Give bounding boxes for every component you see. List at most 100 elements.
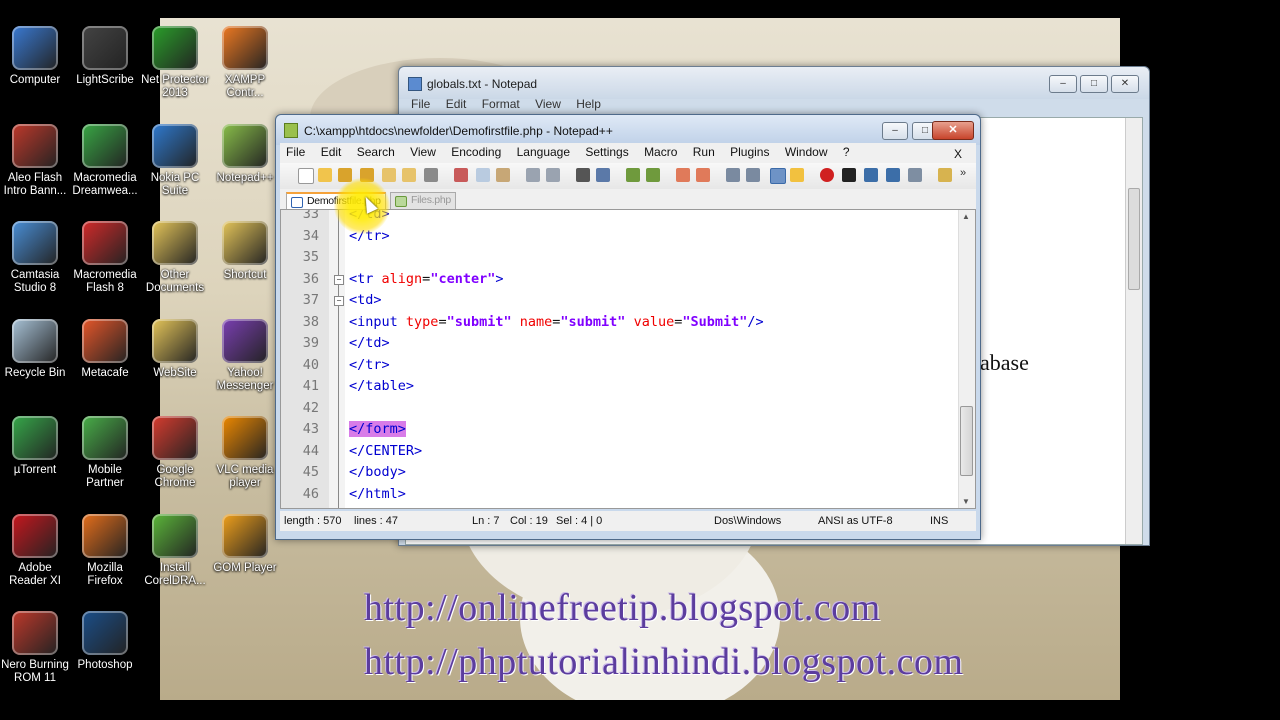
play-macro-icon[interactable] xyxy=(864,168,878,182)
camtasia-icon xyxy=(12,221,58,265)
desktop-icon[interactable]: Macromedia Flash 8 xyxy=(70,221,140,295)
code-editor[interactable]: 33</td>34</tr>3536<tr align="center">−37… xyxy=(280,209,976,509)
notepadpp-window[interactable]: C:\xampp\htdocs\newfolder\Demofirstfile.… xyxy=(275,114,981,540)
desktop-icon[interactable]: Nokia PC Suite xyxy=(140,123,210,198)
undo-icon[interactable] xyxy=(526,168,540,182)
npp-menu-macro[interactable]: Macro xyxy=(638,143,683,159)
desktop-icon[interactable]: Yahoo! Messenger xyxy=(210,318,280,393)
zoom-in-icon[interactable] xyxy=(626,168,640,182)
scroll-down-arrow[interactable]: ▼ xyxy=(962,497,970,506)
notepad-menu-file[interactable]: File xyxy=(411,97,430,111)
notepad-menu-view[interactable]: View xyxy=(535,97,561,111)
desktop-icon[interactable]: Google Chrome xyxy=(140,416,210,490)
close-all-icon[interactable] xyxy=(402,168,416,182)
open-folder-icon[interactable] xyxy=(938,168,952,182)
notepad-scrollbar[interactable] xyxy=(1125,118,1142,544)
notepad-titlebar[interactable]: globals.txt - Notepad – □ ✕ xyxy=(399,67,1149,99)
notepad-maximize-button[interactable]: □ xyxy=(1080,75,1108,93)
scroll-up-arrow[interactable]: ▲ xyxy=(962,212,970,221)
npp-menu-language[interactable]: Language xyxy=(511,143,576,159)
editor-vertical-scrollbar[interactable]: ▲ ▼ xyxy=(958,210,975,508)
code-text: <td> xyxy=(349,292,382,308)
zoom-out-icon[interactable] xyxy=(646,168,660,182)
desktop-icon[interactable]: GOM Player xyxy=(210,513,280,575)
user-defined-lang-icon[interactable] xyxy=(790,168,804,182)
run-macro-multiple-icon[interactable] xyxy=(886,168,900,182)
indent-guide-icon[interactable] xyxy=(770,168,786,184)
desktop-icon[interactable]: Camtasia Studio 8 xyxy=(0,221,70,295)
npp-minimize-button[interactable]: – xyxy=(882,122,908,140)
desktop-icon[interactable]: Metacafe xyxy=(70,318,140,380)
npp-menu-help[interactable]: ? xyxy=(837,143,856,159)
replace-icon[interactable] xyxy=(596,168,610,182)
watermark-url-2: http://phptutorialinhindi.blogspot.com xyxy=(364,641,964,683)
notepad-close-button[interactable]: ✕ xyxy=(1111,75,1139,93)
desktop-icon[interactable]: Notepad++ xyxy=(210,123,280,185)
desktop-icon[interactable]: Net Protector 2013 xyxy=(140,26,210,100)
npp-menu-edit[interactable]: Edit xyxy=(315,143,348,159)
editor-scroll-thumb[interactable] xyxy=(960,406,973,476)
tab-files[interactable]: Files.php xyxy=(390,192,456,209)
code-line: 43 </form> xyxy=(281,419,961,441)
desktop-icon[interactable]: µTorrent xyxy=(0,416,70,477)
desktop-icon-label: Metacafe xyxy=(81,366,129,379)
desktop-icon-label: LightScribe xyxy=(76,74,134,86)
npp-menu-window[interactable]: Window xyxy=(779,143,834,159)
npp-titlebar[interactable]: C:\xampp\htdocs\newfolder\Demofirstfile.… xyxy=(276,115,980,145)
desktop-icon[interactable]: Adobe Reader XI xyxy=(0,513,70,588)
desktop-icon[interactable]: Nero Burning ROM 11 xyxy=(0,611,70,685)
notepad-scroll-thumb[interactable] xyxy=(1128,188,1140,290)
npp-menu-file[interactable]: File xyxy=(280,143,311,159)
net-protector-icon xyxy=(152,26,198,70)
desktop-icon[interactable]: Install CorelDRA... xyxy=(140,513,210,588)
sync-vertical-icon[interactable] xyxy=(676,168,690,182)
redo-icon[interactable] xyxy=(546,168,560,182)
record-macro-icon[interactable] xyxy=(820,168,834,182)
notepad-menu-help[interactable]: Help xyxy=(576,97,601,111)
desktop-icon[interactable]: XAMPP Contr... xyxy=(210,26,280,100)
desktop-icon[interactable]: Other Documents xyxy=(140,221,210,295)
desktop-icon[interactable]: Shortcut xyxy=(210,221,280,282)
desktop-icon[interactable]: Computer xyxy=(0,26,70,87)
desktop-icon[interactable]: Mozilla Firefox xyxy=(70,513,140,588)
print-icon[interactable] xyxy=(424,168,438,182)
npp-menu-run[interactable]: Run xyxy=(687,143,721,159)
paste-icon[interactable] xyxy=(496,168,510,182)
close-file-icon[interactable] xyxy=(382,168,396,182)
notepad-menu-edit[interactable]: Edit xyxy=(446,97,467,111)
open-file-icon[interactable] xyxy=(318,168,332,182)
show-all-chars-icon[interactable] xyxy=(746,168,760,182)
npp-menu-plugins[interactable]: Plugins xyxy=(724,143,775,159)
desktop-icon[interactable]: Mobile Partner xyxy=(70,416,140,490)
fold-toggle-icon[interactable]: − xyxy=(334,274,344,285)
code-text: </form> xyxy=(349,421,406,437)
desktop-icon[interactable]: LightScribe xyxy=(70,26,140,87)
npp-close-button[interactable]: ✕ xyxy=(932,121,974,140)
npp-menu-search[interactable]: Search xyxy=(351,143,401,159)
desktop-icon-label: µTorrent xyxy=(13,464,57,476)
desktop-icon[interactable]: WebSite xyxy=(140,318,210,380)
desktop-icon[interactable]: Recycle Bin xyxy=(0,318,70,380)
npp-menu-settings[interactable]: Settings xyxy=(579,143,634,159)
sync-horizontal-icon[interactable] xyxy=(696,168,710,182)
desktop-icon[interactable]: VLC media player xyxy=(210,416,280,490)
word-wrap-icon[interactable] xyxy=(726,168,740,182)
find-icon[interactable] xyxy=(576,168,590,182)
desktop-icon-label: Nero Burning ROM 11 xyxy=(1,659,69,684)
desktop-icon[interactable]: Photoshop xyxy=(70,611,140,672)
npp-menu-encoding[interactable]: Encoding xyxy=(445,143,507,159)
stop-macro-icon[interactable] xyxy=(842,168,856,182)
cut-icon[interactable] xyxy=(454,168,468,182)
code-line: 39 </td> xyxy=(281,333,961,355)
npp-menu-view[interactable]: View xyxy=(404,143,442,159)
notepad-menu-format[interactable]: Format xyxy=(482,97,520,111)
desktop-icon[interactable]: Aleo Flash Intro Bann... xyxy=(0,123,70,198)
notepad-minimize-button[interactable]: – xyxy=(1049,75,1077,93)
desktop-icon[interactable]: Macromedia Dreamwea... xyxy=(70,123,140,198)
new-file-icon[interactable] xyxy=(298,168,314,184)
toolbar-overflow-icon[interactable]: » xyxy=(960,167,966,179)
fold-toggle-icon[interactable]: − xyxy=(334,296,344,306)
npp-close-document-button[interactable]: X xyxy=(948,145,968,161)
copy-icon[interactable] xyxy=(476,168,490,182)
save-macro-icon[interactable] xyxy=(908,168,922,182)
